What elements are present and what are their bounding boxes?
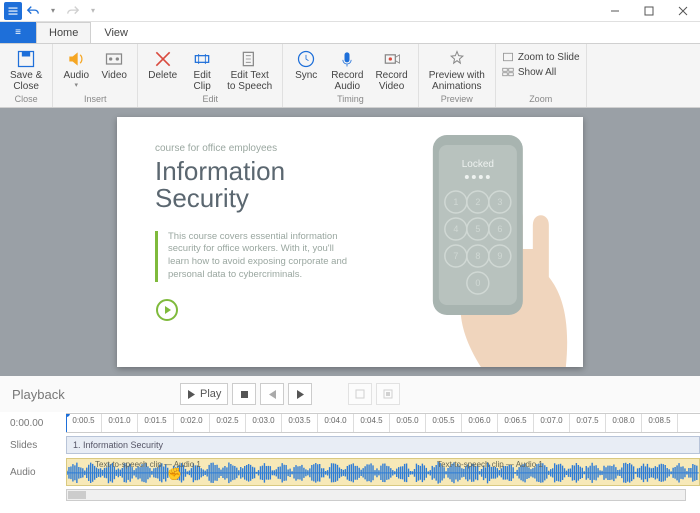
timeline-ruler[interactable]: 0:00.50:01.00:01.50:02.00:02.50:03.00:03… [66,413,700,433]
minimize-button[interactable] [598,0,632,22]
slide-clip[interactable]: 1. Information Security [66,436,700,454]
delete-button[interactable]: Delete [144,47,181,94]
svg-text:Locked: Locked [462,159,494,170]
redo-button[interactable] [64,2,82,20]
prev-button[interactable] [260,383,284,405]
redo-dropdown[interactable]: ▾ [84,2,102,20]
sync-button[interactable]: Sync [289,47,323,94]
audio-clip[interactable]: Text-to-speech clip — Audio 1 Text-to-sp… [66,458,700,486]
record-audio-label: Record Audio [331,70,363,92]
record-video-button[interactable]: Record Video [371,47,411,94]
grab-cursor-icon: ✊ [167,467,182,481]
audio-label: Audio [63,70,89,81]
app-menu-button[interactable] [4,2,22,20]
close-window-button[interactable] [666,0,700,22]
slide-illustration: Locked 1 2 3 4 5 6 7 8 9 0 [359,117,583,367]
marker-1-button[interactable] [348,383,372,405]
edit-tts-button[interactable]: Edit Text to Speech [223,47,276,94]
maximize-button[interactable] [632,0,666,22]
playback-label: Playback [12,387,180,402]
audio-clip-label-1: Text-to-speech clip — Audio 1 [95,460,201,469]
preview-button[interactable]: Preview with Animations [425,47,489,94]
ribbon-tabs: ≡ Home View [0,22,700,44]
record-video-label: Record Video [375,70,407,92]
video-button[interactable]: Video [97,47,131,94]
undo-button[interactable] [24,2,42,20]
title-bar: ▾ ▾ [0,0,700,22]
slide-canvas[interactable]: course for office employees InformationS… [0,108,700,376]
svg-text:2: 2 [476,197,481,207]
svg-text:8: 8 [476,251,481,261]
svg-text:3: 3 [498,197,503,207]
marker-2-button[interactable] [376,383,400,405]
group-edit-label: Edit [144,94,276,106]
audio-clip-label-2: Text-to-speech clip — Audio 1 [437,460,543,469]
edit-clip-button[interactable]: Edit Clip [185,47,219,94]
svg-text:5: 5 [476,224,481,234]
zoom-slide-label: Zoom to Slide [518,52,580,63]
timeline: 0:00.00 0:00.50:01.00:01.50:02.00:02.50:… [0,412,700,502]
tab-view[interactable]: View [91,22,141,43]
group-zoom-label: Zoom [502,94,580,106]
next-button[interactable] [288,383,312,405]
slides-track-label: Slides [0,440,66,451]
stop-button[interactable] [232,383,256,405]
file-tab[interactable]: ≡ [0,22,36,43]
edit-tts-label: Edit Text to Speech [227,70,272,92]
save-close-button[interactable]: Save & Close [6,47,46,94]
preview-label: Preview with Animations [429,70,485,92]
audio-track-label: Audio [0,467,66,478]
record-audio-button[interactable]: Record Audio [327,47,367,94]
svg-text:0: 0 [476,278,481,288]
playback-bar: Playback Play [0,376,700,412]
show-all-button[interactable]: Show All [502,66,580,78]
play-icon [155,298,349,325]
group-insert-label: Insert [59,94,131,106]
slide-preview: course for office employees InformationS… [117,117,583,367]
save-close-label: Save & Close [10,70,42,92]
play-button[interactable]: Play [180,383,228,405]
show-all-label: Show All [518,67,556,78]
scrollbar-thumb[interactable] [68,491,86,499]
zoom-to-slide-button[interactable]: Zoom to Slide [502,51,580,63]
group-close-label: Close [6,94,46,106]
slide-title: InformationSecurity [155,158,349,213]
audio-button[interactable]: Audio▾ [59,47,93,94]
tab-home[interactable]: Home [36,22,91,43]
svg-text:9: 9 [498,251,503,261]
svg-text:6: 6 [498,224,503,234]
svg-text:1: 1 [454,197,459,207]
horizontal-scrollbar[interactable] [0,488,700,502]
slide-description: This course covers essential information… [168,231,349,282]
video-label: Video [102,70,127,81]
undo-dropdown[interactable]: ▾ [44,2,62,20]
edit-clip-label: Edit Clip [194,70,211,92]
slide-kicker: course for office employees [155,143,349,154]
svg-text:4: 4 [454,224,459,234]
svg-text:7: 7 [454,251,459,261]
delete-label: Delete [148,70,177,81]
group-preview-label: Preview [425,94,489,106]
sync-label: Sync [295,70,317,81]
group-timing-label: Timing [289,94,412,106]
timeline-start-time: 0:00.00 [0,418,66,429]
ribbon: Save & Close Close Audio▾ Video Insert D… [0,44,700,108]
